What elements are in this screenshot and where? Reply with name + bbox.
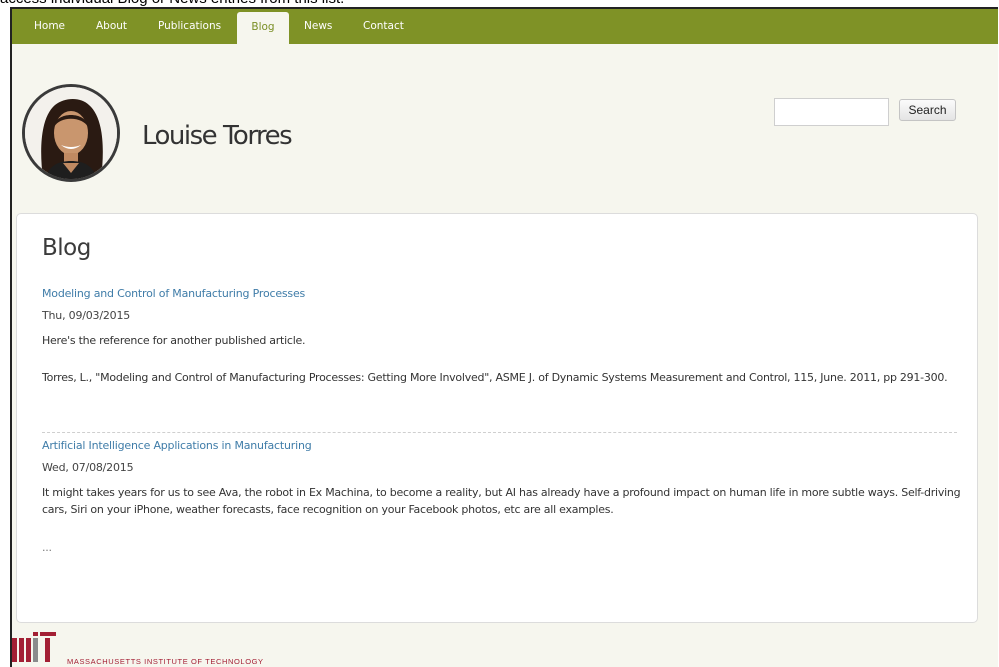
nav-contact[interactable]: Contact <box>363 9 404 44</box>
nav-home[interactable]: Home <box>34 9 65 44</box>
search-button[interactable]: Search <box>899 99 956 121</box>
content-card: Blog Modeling and Control of Manufacturi… <box>16 213 978 623</box>
post-paragraph: Here's the reference for another publish… <box>42 334 306 347</box>
post-paragraph: Torres, L., "Modeling and Control of Man… <box>42 371 948 384</box>
post-paragraph: It might takes years for us to see Ava, … <box>42 486 961 516</box>
nav-blog[interactable]: Blog <box>237 12 289 44</box>
post-title-link[interactable]: Artificial Intelligence Applications in … <box>42 439 312 452</box>
mit-logo-icon[interactable] <box>12 632 64 666</box>
post-date: Thu, 09/03/2015 <box>42 309 131 322</box>
site-name[interactable]: Louise Torres <box>142 121 293 151</box>
post-title-link[interactable]: Modeling and Control of Manufacturing Pr… <box>42 287 305 300</box>
nav-news[interactable]: News <box>304 9 332 44</box>
post-divider <box>42 432 957 433</box>
profile-photo-icon <box>25 87 117 179</box>
nav-publications[interactable]: Publications <box>158 9 221 44</box>
post-date: Wed, 07/08/2015 <box>42 461 134 474</box>
post-ellipsis: ... <box>42 541 52 554</box>
main-navigation: Home About Publications Blog News Contac… <box>12 9 998 44</box>
browser-page: Home About Publications Blog News Contac… <box>10 7 998 667</box>
mit-logo-text: MASSACHUSETTS INSTITUTE OF TECHNOLOGY <box>67 657 264 666</box>
search-input[interactable] <box>774 98 889 126</box>
profile-avatar[interactable] <box>22 84 120 182</box>
page-title: Blog <box>42 235 91 261</box>
nav-about[interactable]: About <box>96 9 127 44</box>
